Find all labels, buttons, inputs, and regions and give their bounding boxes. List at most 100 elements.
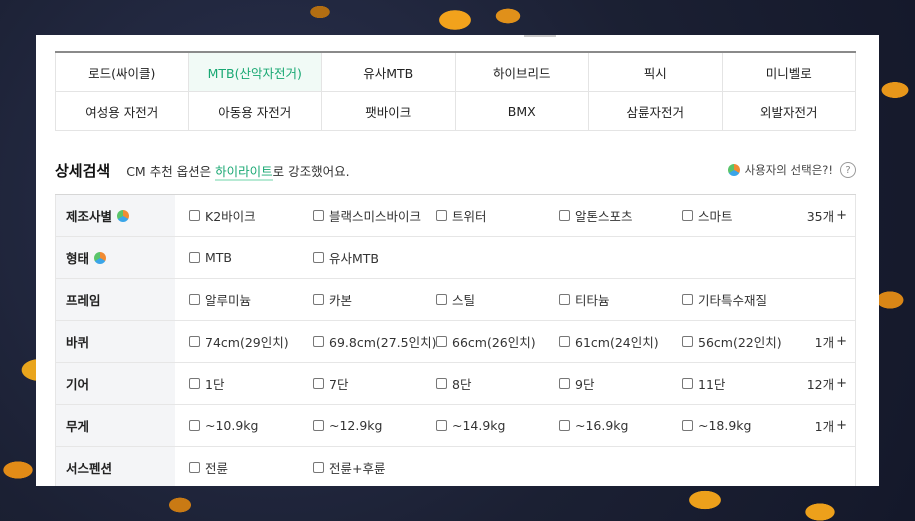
checkbox[interactable] <box>189 294 200 305</box>
checkbox[interactable] <box>559 378 570 389</box>
filter-option[interactable]: 61cm(24인치) <box>559 321 659 362</box>
checkbox[interactable] <box>189 210 200 221</box>
filter-option[interactable]: ~16.9kg <box>559 405 628 446</box>
checkbox[interactable] <box>189 252 200 263</box>
filter-option[interactable]: 트위터 <box>436 195 487 236</box>
checkbox[interactable] <box>313 378 324 389</box>
filter-option[interactable]: 알톤스포츠 <box>559 195 633 236</box>
more-count: 1개 <box>814 419 835 434</box>
filter-option-label: 스틸 <box>452 293 476 308</box>
checkbox[interactable] <box>189 378 200 389</box>
filter-label-text: 기어 <box>66 377 90 392</box>
more-count: 1개 <box>814 335 835 350</box>
filter-option[interactable]: 74cm(29인치) <box>189 321 289 362</box>
filter-options: 74cm(29인치) 69.8cm(27.5인치) 66cm(26인치) 61cm(2… <box>175 321 856 362</box>
category-tab[interactable]: MTB(산악자전거) <box>188 53 322 92</box>
checkbox[interactable] <box>559 210 570 221</box>
checkbox[interactable] <box>313 294 324 305</box>
checkbox[interactable] <box>682 378 693 389</box>
filter-option[interactable]: 69.8cm(27.5인치) <box>313 321 436 362</box>
category-tab[interactable]: 팻바이크 <box>322 92 456 131</box>
checkbox[interactable] <box>189 420 200 431</box>
help-icon[interactable]: ? <box>840 162 856 178</box>
checkbox[interactable] <box>313 420 324 431</box>
filter-option-label: 유사MTB <box>329 251 379 266</box>
filter-option[interactable]: 7단 <box>313 363 348 404</box>
filter-label: 프레임 <box>55 279 175 320</box>
detail-search-description: CM 추천 옵션은 하이라이트로 강조했어요. <box>126 161 350 181</box>
more-options-button[interactable]: 12개 + <box>807 363 847 404</box>
checkbox[interactable] <box>313 210 324 221</box>
checkbox[interactable] <box>682 420 693 431</box>
checkbox[interactable] <box>313 462 324 473</box>
filter-option-label: 1단 <box>205 377 225 392</box>
filter-option-label: 전륜+후륜 <box>329 461 386 476</box>
pie-chart-icon <box>94 251 107 264</box>
checkbox[interactable] <box>189 462 200 473</box>
category-tab[interactable]: 하이브리드 <box>455 53 589 92</box>
filter-row: 서스펜션 전륜 전륜+후륜 <box>55 447 856 486</box>
filter-option-label: 11단 <box>698 377 726 392</box>
filter-option[interactable]: 스틸 <box>436 279 475 320</box>
filter-option[interactable]: ~12.9kg <box>313 405 382 446</box>
filter-option[interactable]: 56cm(22인치) <box>682 321 782 362</box>
category-tab[interactable]: 로드(싸이클) <box>55 53 189 92</box>
filter-option[interactable]: 11단 <box>682 363 725 404</box>
filter-option[interactable]: 스마트 <box>682 195 733 236</box>
filter-row: 형태 MTB 유사MTB <box>55 237 856 279</box>
more-count: 12개 <box>806 377 835 392</box>
filter-option[interactable]: 기타특수재질 <box>682 279 767 320</box>
filter-option[interactable]: 8단 <box>436 363 471 404</box>
category-tab[interactable]: BMX <box>455 92 589 131</box>
filter-option[interactable]: 66cm(26인치) <box>436 321 536 362</box>
category-tab[interactable]: 여성용 자전거 <box>55 92 189 131</box>
filter-option[interactable]: ~10.9kg <box>189 405 258 446</box>
checkbox[interactable] <box>313 252 324 263</box>
detail-search-title: 상세검색 <box>55 161 111 180</box>
more-options-button[interactable]: 1개 + <box>815 405 847 446</box>
category-tab[interactable]: 픽시 <box>589 53 723 92</box>
filter-option[interactable]: 1단 <box>189 363 224 404</box>
filter-option[interactable]: ~14.9kg <box>436 405 505 446</box>
filter-option[interactable]: K2바이크 <box>189 195 256 236</box>
filter-label-text: 제조사별 <box>66 209 113 224</box>
user-choice-button[interactable]: 사용자의 선택은?! ? <box>727 162 856 178</box>
category-tab[interactable]: 외발자전거 <box>722 92 856 131</box>
filter-label: 바퀴 <box>55 321 175 362</box>
category-tab[interactable]: 미니벨로 <box>722 53 856 92</box>
checkbox[interactable] <box>559 294 570 305</box>
filter-option[interactable]: ~18.9kg <box>682 405 751 446</box>
filter-option[interactable]: MTB <box>189 237 232 278</box>
filter-option[interactable]: 블랙스미스바이크 <box>313 195 421 236</box>
checkbox[interactable] <box>682 294 693 305</box>
category-tab[interactable]: 아동용 자전거 <box>188 92 322 131</box>
checkbox[interactable] <box>436 210 447 221</box>
filter-option[interactable]: 전륜+후륜 <box>313 447 385 486</box>
more-options-button[interactable]: 1개 + <box>815 321 847 362</box>
filter-option-label: ~10.9kg <box>205 418 259 433</box>
checkbox[interactable] <box>436 420 447 431</box>
filter-option[interactable]: 티타늄 <box>559 279 610 320</box>
desc-highlight: 하이라이트 <box>215 163 273 181</box>
checkbox[interactable] <box>436 336 447 347</box>
checkbox[interactable] <box>189 336 200 347</box>
filter-option-label: 기타특수재질 <box>698 293 768 308</box>
filter-option-label: 74cm(29인치) <box>205 335 289 350</box>
filter-option[interactable]: 전륜 <box>189 447 228 486</box>
category-tab[interactable]: 삼륜자전거 <box>589 92 723 131</box>
checkbox[interactable] <box>313 336 324 347</box>
more-options-button[interactable]: 35개 + <box>807 195 847 236</box>
category-tab[interactable]: 유사MTB <box>322 53 456 92</box>
checkbox[interactable] <box>436 378 447 389</box>
filter-options: 전륜 전륜+후륜 <box>175 447 856 486</box>
checkbox[interactable] <box>682 336 693 347</box>
filter-option[interactable]: 알루미늄 <box>189 279 251 320</box>
filter-option[interactable]: 카본 <box>313 279 352 320</box>
checkbox[interactable] <box>682 210 693 221</box>
checkbox[interactable] <box>436 294 447 305</box>
detail-search-header: 상세검색 CM 추천 옵션은 하이라이트로 강조했어요. 사용자의 선택은?! … <box>55 159 856 181</box>
filter-option[interactable]: 9단 <box>559 363 594 404</box>
filter-option[interactable]: 유사MTB <box>313 237 379 278</box>
checkbox[interactable] <box>559 420 570 431</box>
checkbox[interactable] <box>559 336 570 347</box>
